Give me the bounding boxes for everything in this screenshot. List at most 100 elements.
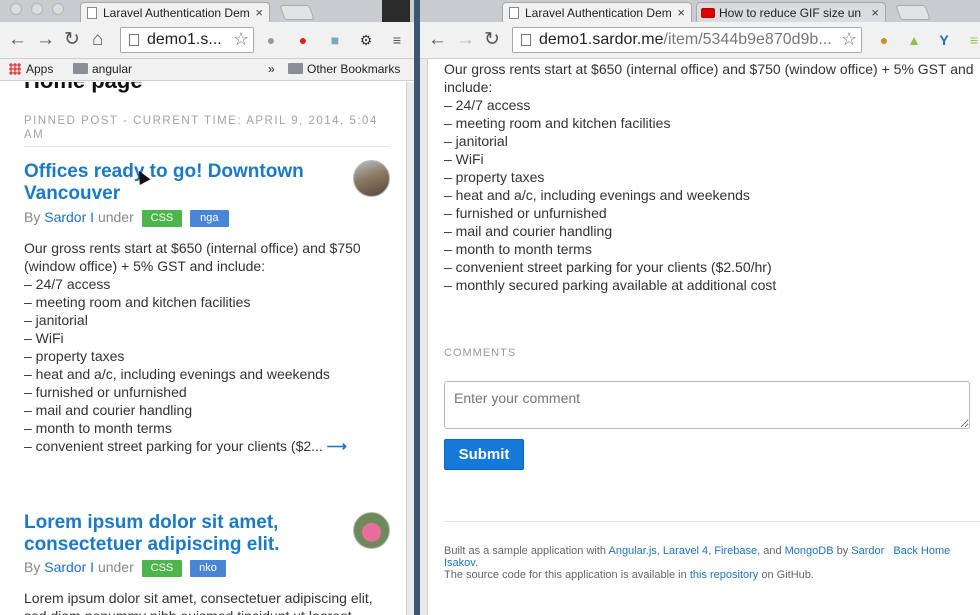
extension-icon[interactable]: Y — [935, 31, 953, 49]
address-bar[interactable]: demo1.s... ☆ — [120, 27, 254, 53]
address-domain: demo1.s... — [147, 31, 222, 48]
tag-badge[interactable]: nga — [190, 210, 229, 227]
folder-icon — [73, 63, 88, 74]
tab-title: How to reduce GIF size un — [719, 6, 862, 20]
author-avatar[interactable] — [353, 512, 390, 549]
list-item: – month to month terms — [444, 241, 592, 257]
footer-text: by — [833, 545, 852, 557]
tab-close-icon[interactable]: × — [255, 5, 263, 20]
reload-icon[interactable]: ↻ — [484, 30, 500, 50]
footer-text: , and — [757, 545, 785, 557]
profile-avatar-icon[interactable] — [382, 0, 410, 22]
list-item: – furnished or unfurnished — [24, 384, 187, 400]
window-zoom-button[interactable] — [52, 3, 64, 15]
comment-input[interactable] — [444, 381, 970, 429]
author-avatar[interactable] — [353, 160, 390, 197]
post-title-link[interactable]: Lorem ipsum dolor sit amet, consectetuer… — [24, 512, 348, 556]
author-link[interactable]: Sardor — [851, 545, 884, 557]
author-link[interactable]: Sardor I — [44, 209, 94, 225]
new-tab-button[interactable] — [895, 5, 931, 20]
tab-close-icon[interactable]: × — [871, 5, 879, 20]
divider — [24, 146, 390, 147]
tag-badge[interactable]: nko — [190, 560, 226, 577]
list-item: – property taxes — [444, 169, 545, 185]
post-excerpt: Our gross rents start at $650 (internal … — [24, 239, 380, 455]
extension-icon[interactable]: ● — [294, 31, 312, 49]
tag-badge[interactable]: CSS — [141, 210, 183, 227]
tab-close-icon[interactable]: × — [677, 5, 685, 20]
list-item: – WiFi — [444, 151, 484, 167]
bookmark-folder-angular[interactable]: angular — [73, 62, 132, 76]
list-item: – heat and a/c, including evenings and w… — [444, 187, 750, 203]
window-minimize-button[interactable] — [31, 3, 43, 15]
forward-arrow-icon[interactable]: → — [36, 30, 55, 50]
firebase-link[interactable]: Firebase — [714, 545, 757, 557]
forward-arrow-icon[interactable]: → — [456, 30, 475, 50]
bookmark-label: Other Bookmarks — [307, 62, 401, 76]
back-arrow-icon[interactable]: ← — [8, 30, 27, 50]
list-item: – mail and courier handling — [24, 402, 193, 418]
page-icon — [129, 34, 139, 46]
laravel-link[interactable]: Laravel 4 — [663, 545, 708, 557]
submit-button[interactable]: Submit — [444, 439, 524, 470]
tab-strip: Laravel Authentication Dem × How to redu… — [420, 0, 980, 22]
extension-icon[interactable]: ● — [262, 31, 280, 49]
right-browser-window: Laravel Authentication Dem × How to redu… — [420, 0, 980, 615]
page-content: Home page PINNED POST - CURRENT TIME: AP… — [0, 82, 406, 615]
bookmark-other[interactable]: Other Bookmarks — [288, 62, 400, 76]
post-byline: By Sardor I under CSS nko — [24, 559, 226, 577]
tab-strip: Laravel Authentication Dem × — [0, 0, 414, 22]
repository-link[interactable]: this repository — [690, 569, 758, 581]
extension-icon[interactable]: ■ — [326, 31, 344, 49]
bookmarks-overflow-button[interactable]: » — [268, 62, 275, 76]
footer-line-2: The source code for this application is … — [444, 569, 974, 581]
gear-icon[interactable]: ⚙ — [357, 31, 375, 49]
new-tab-button[interactable] — [279, 5, 315, 20]
post-byline: By Sardor I under CSS nga — [24, 209, 229, 227]
extension-icon[interactable]: ▲ — [905, 31, 923, 49]
tab-gif-size[interactable]: How to reduce GIF size un × — [696, 2, 886, 22]
pinned-post-label: PINNED POST - CURRENT TIME: APRIL 9, 201… — [24, 115, 378, 141]
footer-text: . — [474, 557, 479, 569]
list-item: – monthly secured parking available at a… — [444, 277, 777, 293]
apps-grid-icon — [9, 63, 21, 75]
star-icon[interactable]: ☆ — [837, 29, 857, 50]
back-home-link[interactable]: Back Home — [893, 545, 950, 557]
address-path: /item/5344b9e870d9b... — [663, 31, 832, 48]
extension-icon[interactable]: ● — [875, 31, 893, 49]
tab-laravel-auth[interactable]: Laravel Authentication Dem × — [502, 2, 692, 22]
list-item: – convenient street parking for your cli… — [24, 437, 380, 455]
tab-laravel-auth[interactable]: Laravel Authentication Dem × — [80, 2, 270, 22]
tag-badge[interactable]: CSS — [141, 560, 183, 577]
post-title-link[interactable]: Offices ready to go! Downtown Vancouver — [24, 161, 348, 205]
address-bar[interactable]: demo1.sardor.me/item/5344b9e870d9b... ☆ — [512, 27, 862, 53]
author-link[interactable]: Sardor I — [44, 559, 94, 575]
page-icon — [87, 7, 97, 19]
home-icon[interactable]: ⌂ — [92, 30, 103, 50]
window-close-button[interactable] — [10, 3, 22, 15]
under-text: under — [97, 209, 134, 225]
youtube-icon — [701, 8, 715, 18]
browser-toolbar: ← → ↻ demo1.sardor.me/item/5344b9e870d9b… — [420, 22, 980, 59]
bookmark-label: Apps — [26, 62, 54, 76]
comments-heading: COMMENTS — [444, 347, 517, 359]
list-item: – property taxes — [24, 348, 125, 364]
menu-icon[interactable]: ≡ — [388, 31, 406, 49]
window-scroll-edge — [406, 82, 414, 615]
read-more-arrow-icon[interactable]: ⟶ — [327, 438, 347, 454]
post-excerpt: Lorem ipsum dolor sit amet, consectetuer… — [24, 590, 373, 615]
angular-link[interactable]: Angular.js — [608, 545, 656, 557]
under-text: under — [97, 559, 134, 575]
page-icon — [509, 7, 519, 19]
star-icon[interactable]: ☆ — [233, 29, 249, 50]
author-link[interactable]: Isakov — [444, 557, 475, 569]
reload-icon[interactable]: ↻ — [64, 30, 80, 50]
menu-icon[interactable]: ≡ — [965, 31, 980, 49]
back-arrow-icon[interactable]: ← — [428, 30, 447, 50]
left-browser-window: Laravel Authentication Dem × ← → ↻ ⌂ dem… — [0, 0, 414, 615]
bookmark-apps[interactable]: Apps — [9, 62, 53, 76]
list-item: – 24/7 access — [24, 276, 111, 292]
bookmarks-bar: Apps angular » Other Bookmarks — [0, 59, 414, 81]
mongodb-link[interactable]: MongoDB — [785, 545, 834, 557]
folder-icon — [288, 63, 303, 74]
